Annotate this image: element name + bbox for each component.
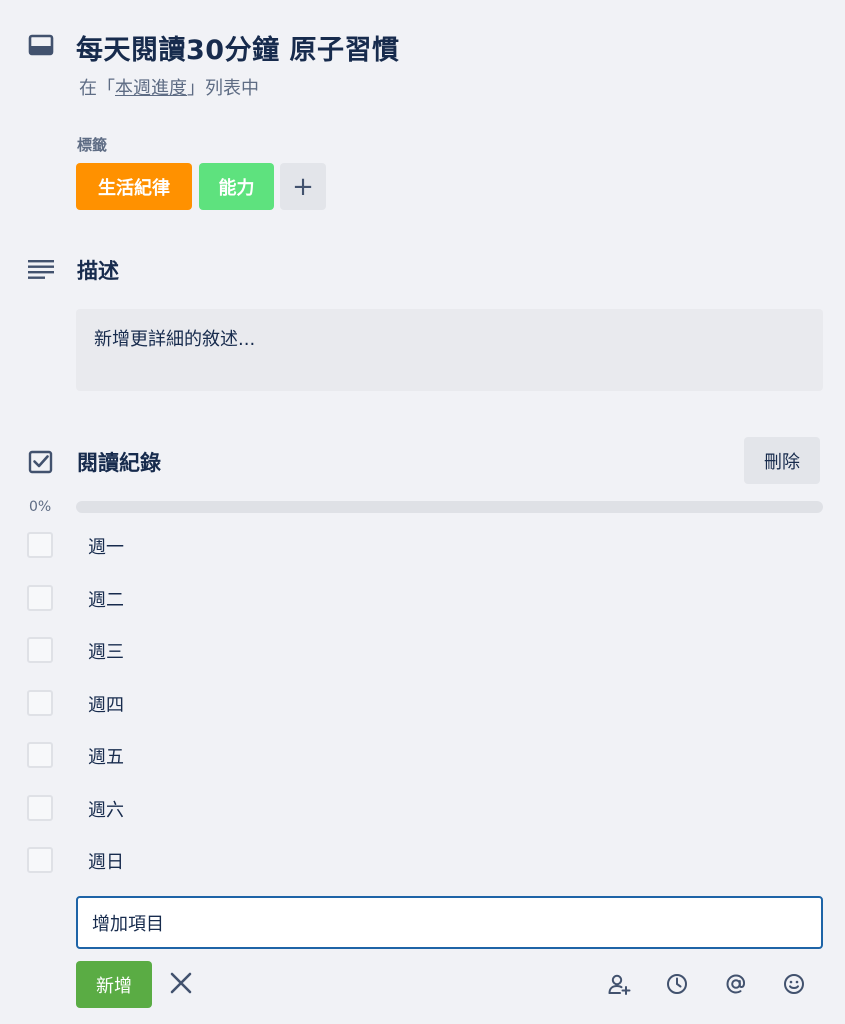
- item-checkbox[interactable]: [27, 795, 53, 821]
- item-text[interactable]: 週二: [88, 586, 124, 612]
- checklist-item: 週六: [0, 795, 845, 847]
- list-suffix: 」列表中: [187, 78, 259, 99]
- item-text[interactable]: 週日: [88, 848, 124, 874]
- due-date-icon[interactable]: [665, 972, 689, 996]
- item-checkbox[interactable]: [27, 532, 53, 558]
- item-text[interactable]: 週一: [88, 533, 124, 559]
- item-text[interactable]: 週六: [88, 796, 124, 822]
- checklist-item: 週日: [0, 847, 845, 899]
- label-chip-discipline[interactable]: 生活紀律: [76, 163, 192, 210]
- labels-heading: 標籤: [77, 136, 108, 154]
- mention-icon[interactable]: [724, 972, 748, 996]
- progress-bar: [76, 501, 823, 513]
- add-label-button[interactable]: +: [280, 163, 326, 210]
- item-checkbox[interactable]: [27, 637, 53, 663]
- label-chip-ability[interactable]: 能力: [199, 163, 274, 210]
- item-checkbox[interactable]: [27, 742, 53, 768]
- progress-percent: 0%: [29, 499, 52, 515]
- description-icon: [28, 260, 54, 279]
- delete-checklist-button[interactable]: 刪除: [744, 437, 820, 484]
- list-link[interactable]: 本週進度: [115, 78, 187, 99]
- checklist-item: 週三: [0, 637, 845, 689]
- emoji-icon[interactable]: [782, 972, 806, 996]
- checklist-item: 週一: [0, 532, 845, 584]
- assign-member-icon[interactable]: [607, 972, 631, 996]
- item-text[interactable]: 週四: [88, 691, 124, 717]
- list-info: 在「本週進度」列表中: [79, 74, 259, 100]
- checklist-heading: 閱讀紀錄: [77, 451, 161, 475]
- item-text[interactable]: 週三: [88, 638, 124, 664]
- item-checkbox[interactable]: [27, 690, 53, 716]
- description-heading: 描述: [77, 259, 119, 283]
- checklist-item: 週四: [0, 690, 845, 742]
- description-box[interactable]: 新增更詳細的敘述...: [76, 309, 823, 391]
- item-checkbox[interactable]: [27, 585, 53, 611]
- add-item-input[interactable]: [76, 896, 823, 949]
- item-checkbox[interactable]: [27, 847, 53, 873]
- checklist-item: 週五: [0, 742, 845, 794]
- list-prefix: 在「: [79, 78, 115, 99]
- card-title[interactable]: 每天閱讀30分鐘 原子習慣: [76, 28, 399, 67]
- close-icon[interactable]: [168, 970, 194, 996]
- add-item-button[interactable]: 新增: [76, 961, 152, 1008]
- checklist-item: 週二: [0, 585, 845, 637]
- checklist-icon: [28, 450, 53, 474]
- card-icon: [28, 34, 54, 56]
- item-text[interactable]: 週五: [88, 743, 124, 769]
